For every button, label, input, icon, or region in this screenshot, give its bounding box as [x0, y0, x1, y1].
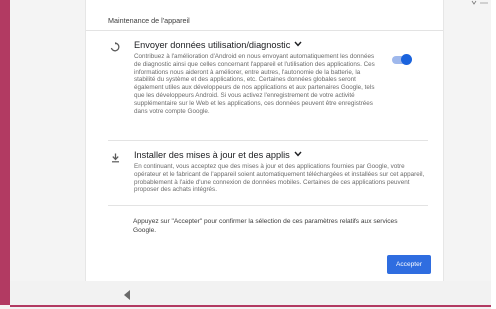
usage-diagnostics-title[interactable]: Envoyer données utilisation/diagnostic [134, 40, 302, 50]
accept-note: Appuyez sur "Accepter" pour confirmer la… [133, 218, 398, 234]
usage-diagnostics-title-label: Envoyer données utilisation/diagnostic [134, 40, 291, 50]
section-title: Maintenance de l'appareil [108, 16, 190, 25]
download-icon [111, 150, 120, 168]
usage-diagnostics-toggle[interactable] [392, 54, 412, 65]
device-frame-right-edge [491, 0, 496, 309]
chevron-down-icon[interactable] [294, 40, 302, 49]
section-divider [86, 30, 443, 31]
item-divider [108, 205, 428, 206]
item-divider [108, 140, 428, 141]
install-updates-description: En continuant, vous acceptez que des mis… [134, 163, 425, 194]
device-frame-bottom-edge [10, 305, 491, 307]
usage-diagnostics-description: Contribuez à l'amélioration d'Android en… [134, 53, 375, 115]
install-updates-title-label: Installer des mises à jour et des applis [134, 150, 290, 160]
settings-card: Maintenance de l'appareil Envoyer donnée… [85, 0, 444, 281]
corner-glyph-icon [471, 0, 488, 5]
toggle-knob [401, 54, 412, 65]
back-icon[interactable] [122, 288, 132, 302]
setup-screen: Maintenance de l'appareil Envoyer donnée… [10, 0, 491, 309]
accept-button[interactable]: Accepter [387, 255, 431, 274]
chevron-down-icon[interactable] [294, 150, 302, 159]
install-updates-title[interactable]: Installer des mises à jour et des applis [134, 150, 302, 160]
sync-icon [110, 39, 120, 57]
device-frame-left-edge [0, 0, 10, 305]
